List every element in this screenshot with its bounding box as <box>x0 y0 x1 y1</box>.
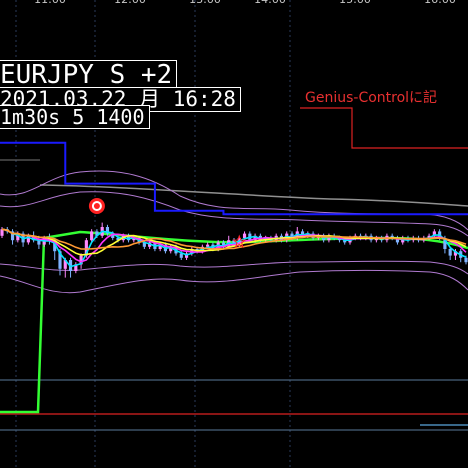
candle-body <box>464 257 468 263</box>
time-tick-label: 12:00 <box>114 0 146 6</box>
candle-body <box>242 233 247 238</box>
time-tick-label: 11:00 <box>34 0 66 6</box>
time-tick-label: 15:00 <box>339 0 371 6</box>
candle-body <box>206 244 210 247</box>
time-tick-label: 16:00 <box>424 0 456 6</box>
time-tick-label: 14:00 <box>254 0 286 6</box>
genius-control-label: Genius-Controlに記 <box>305 90 438 106</box>
candle-body <box>179 253 183 258</box>
symbol-label: EURJPY S +2 <box>0 60 178 90</box>
timeframe-info-label: 1m30s 5 1400 <box>0 105 150 129</box>
time-tick-label: 13:00 <box>189 0 221 6</box>
candle-body <box>448 249 452 256</box>
sell-signal-core <box>93 203 100 209</box>
candle-body <box>90 231 94 241</box>
